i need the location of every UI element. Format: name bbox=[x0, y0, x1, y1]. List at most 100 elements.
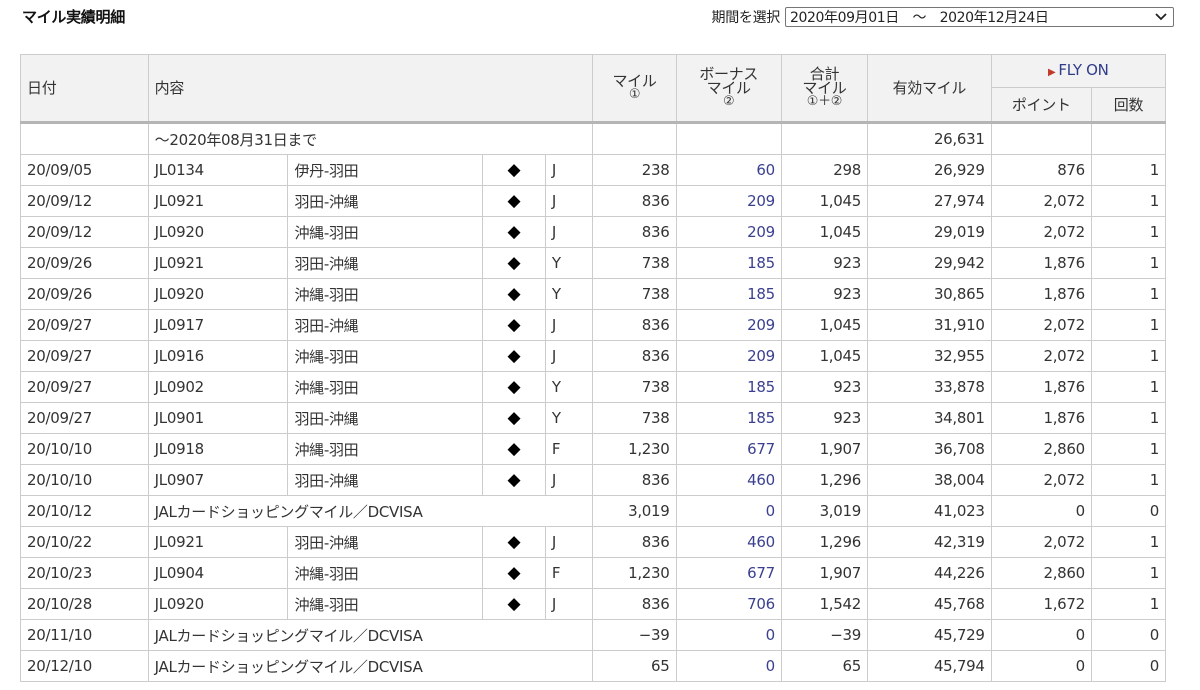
header-points: ポイント bbox=[990, 87, 1092, 123]
row-miles: −39 bbox=[592, 619, 677, 651]
row-total: 923 bbox=[780, 278, 869, 310]
row-miles: 836 bbox=[592, 185, 677, 217]
header-count: 回数 bbox=[1090, 87, 1167, 123]
row-miles: 836 bbox=[592, 309, 677, 341]
table-row: 20/10/28 JL0920 沖縄-羽田 ◆ J 836 706 1,542 45,768 1,… bbox=[20, 588, 1167, 620]
row-content: JALカードショッピングマイル／DCVISA bbox=[147, 495, 594, 527]
row-class: J bbox=[544, 340, 594, 372]
row-class: Y bbox=[544, 278, 594, 310]
row-date: 20/11/10 bbox=[20, 619, 149, 651]
row-class: Y bbox=[544, 371, 594, 403]
carryover-points bbox=[990, 122, 1092, 155]
diamond-icon: ◆ bbox=[482, 433, 546, 465]
row-count: 0 bbox=[1090, 619, 1167, 651]
row-count: 1 bbox=[1090, 278, 1167, 310]
row-class: Y bbox=[544, 402, 594, 434]
row-points: 2,072 bbox=[990, 526, 1092, 558]
carryover-bonus bbox=[675, 122, 782, 155]
chevron-down-icon bbox=[1153, 10, 1169, 24]
row-effective: 29,019 bbox=[867, 216, 992, 248]
row-bonus: 185 bbox=[675, 278, 782, 310]
row-effective: 32,955 bbox=[867, 340, 992, 372]
header-bonus: ボーナス マイル ② bbox=[675, 54, 782, 123]
table-row: 20/10/12 JALカードショッピングマイル／DCVISA 3,019 0 3,01… bbox=[20, 495, 1167, 527]
table-row: 20/12/10 JALカードショッピングマイル／DCVISA 65 0 65 45,79… bbox=[20, 650, 1167, 682]
row-effective: 34,801 bbox=[867, 402, 992, 434]
row-miles: 1,230 bbox=[592, 557, 677, 589]
row-flight: JL0907 bbox=[147, 464, 289, 496]
row-points: 0 bbox=[990, 650, 1092, 682]
row-date: 20/09/26 bbox=[20, 278, 149, 310]
table-row: 20/09/26 JL0920 沖縄-羽田 ◆ Y 738 185 923 30,865 1,87… bbox=[20, 278, 1167, 310]
row-route: 羽田-沖縄 bbox=[287, 247, 483, 279]
row-points: 1,876 bbox=[990, 247, 1092, 279]
table-row: 20/09/05 JL0134 伊丹-羽田 ◆ J 238 60 298 26,929 876 1 bbox=[20, 154, 1167, 186]
row-date: 20/09/27 bbox=[20, 340, 149, 372]
carryover-total bbox=[780, 122, 869, 155]
period-label: 期間を選択 bbox=[711, 10, 781, 26]
header-bonus-line2: マイル bbox=[706, 79, 751, 97]
row-miles: 738 bbox=[592, 247, 677, 279]
row-content: JALカードショッピングマイル／DCVISA bbox=[147, 650, 594, 682]
row-class: Y bbox=[544, 247, 594, 279]
row-content: JALカードショッピングマイル／DCVISA bbox=[147, 619, 594, 651]
diamond-icon: ◆ bbox=[482, 185, 546, 217]
row-date: 20/09/27 bbox=[20, 402, 149, 434]
diamond-icon: ◆ bbox=[482, 464, 546, 496]
row-total: 3,019 bbox=[780, 495, 869, 527]
row-bonus: 60 bbox=[675, 154, 782, 186]
row-points: 1,876 bbox=[990, 278, 1092, 310]
header-date: 日付 bbox=[20, 54, 149, 123]
row-count: 1 bbox=[1090, 433, 1167, 465]
row-flight: JL0920 bbox=[147, 588, 289, 620]
row-flight: JL0921 bbox=[147, 526, 289, 558]
table-row: 20/10/22 JL0921 羽田-沖縄 ◆ J 836 460 1,296 42,319 2,… bbox=[20, 526, 1167, 558]
diamond-icon: ◆ bbox=[482, 340, 546, 372]
period-selector: 期間を選択 2020年09月01日 ～ 2020年12月24日 bbox=[711, 7, 1174, 27]
header-flyon: ▶ FLY ON bbox=[990, 54, 1167, 88]
row-route: 沖縄-羽田 bbox=[287, 588, 483, 620]
row-total: 1,907 bbox=[780, 557, 869, 589]
row-flight: JL0921 bbox=[147, 247, 289, 279]
header-miles-line2: ① bbox=[628, 87, 641, 102]
row-effective: 38,004 bbox=[867, 464, 992, 496]
row-bonus: 0 bbox=[675, 495, 782, 527]
row-miles: 738 bbox=[592, 278, 677, 310]
row-flight: JL0917 bbox=[147, 309, 289, 341]
row-bonus: 185 bbox=[675, 402, 782, 434]
carryover-count bbox=[1090, 122, 1167, 155]
row-total: 923 bbox=[780, 402, 869, 434]
row-miles: 3,019 bbox=[592, 495, 677, 527]
period-select[interactable]: 2020年09月01日 ～ 2020年12月24日 bbox=[785, 7, 1174, 27]
row-bonus: 677 bbox=[675, 433, 782, 465]
row-points: 2,860 bbox=[990, 557, 1092, 589]
row-class: J bbox=[544, 309, 594, 341]
table-row: 20/09/27 JL0901 羽田-沖縄 ◆ Y 738 185 923 34,801 1,87… bbox=[20, 402, 1167, 434]
row-total: 1,045 bbox=[780, 185, 869, 217]
row-points: 2,860 bbox=[990, 433, 1092, 465]
diamond-icon: ◆ bbox=[482, 557, 546, 589]
row-total: 1,907 bbox=[780, 433, 869, 465]
row-route: 沖縄-羽田 bbox=[287, 433, 483, 465]
table-row: 20/09/12 JL0920 沖縄-羽田 ◆ J 836 209 1,045 29,019 2,… bbox=[20, 216, 1167, 248]
row-count: 1 bbox=[1090, 526, 1167, 558]
row-route: 沖縄-羽田 bbox=[287, 278, 483, 310]
row-bonus: 209 bbox=[675, 185, 782, 217]
row-miles: 65 bbox=[592, 650, 677, 682]
row-count: 1 bbox=[1090, 371, 1167, 403]
row-miles: 836 bbox=[592, 340, 677, 372]
table-row: 20/11/10 JALカードショッピングマイル／DCVISA −39 0 −39 45,… bbox=[20, 619, 1167, 651]
row-points: 1,672 bbox=[990, 588, 1092, 620]
row-total: 65 bbox=[780, 650, 869, 682]
row-class: J bbox=[544, 154, 594, 186]
row-total: 1,045 bbox=[780, 309, 869, 341]
header-content: 内容 bbox=[147, 54, 594, 123]
header-total: 合計 マイル ①＋② bbox=[780, 54, 869, 123]
page-title: マイル実績明細 bbox=[22, 8, 125, 26]
mileage-table: 日付 内容 マイル ① ボーナス マイル ② 合計 マイル ①＋② 有効マイル … bbox=[20, 54, 1167, 682]
row-effective: 45,794 bbox=[867, 650, 992, 682]
row-bonus: 185 bbox=[675, 371, 782, 403]
header-miles-line1: マイル bbox=[612, 72, 657, 90]
row-count: 1 bbox=[1090, 216, 1167, 248]
row-route: 沖縄-羽田 bbox=[287, 216, 483, 248]
